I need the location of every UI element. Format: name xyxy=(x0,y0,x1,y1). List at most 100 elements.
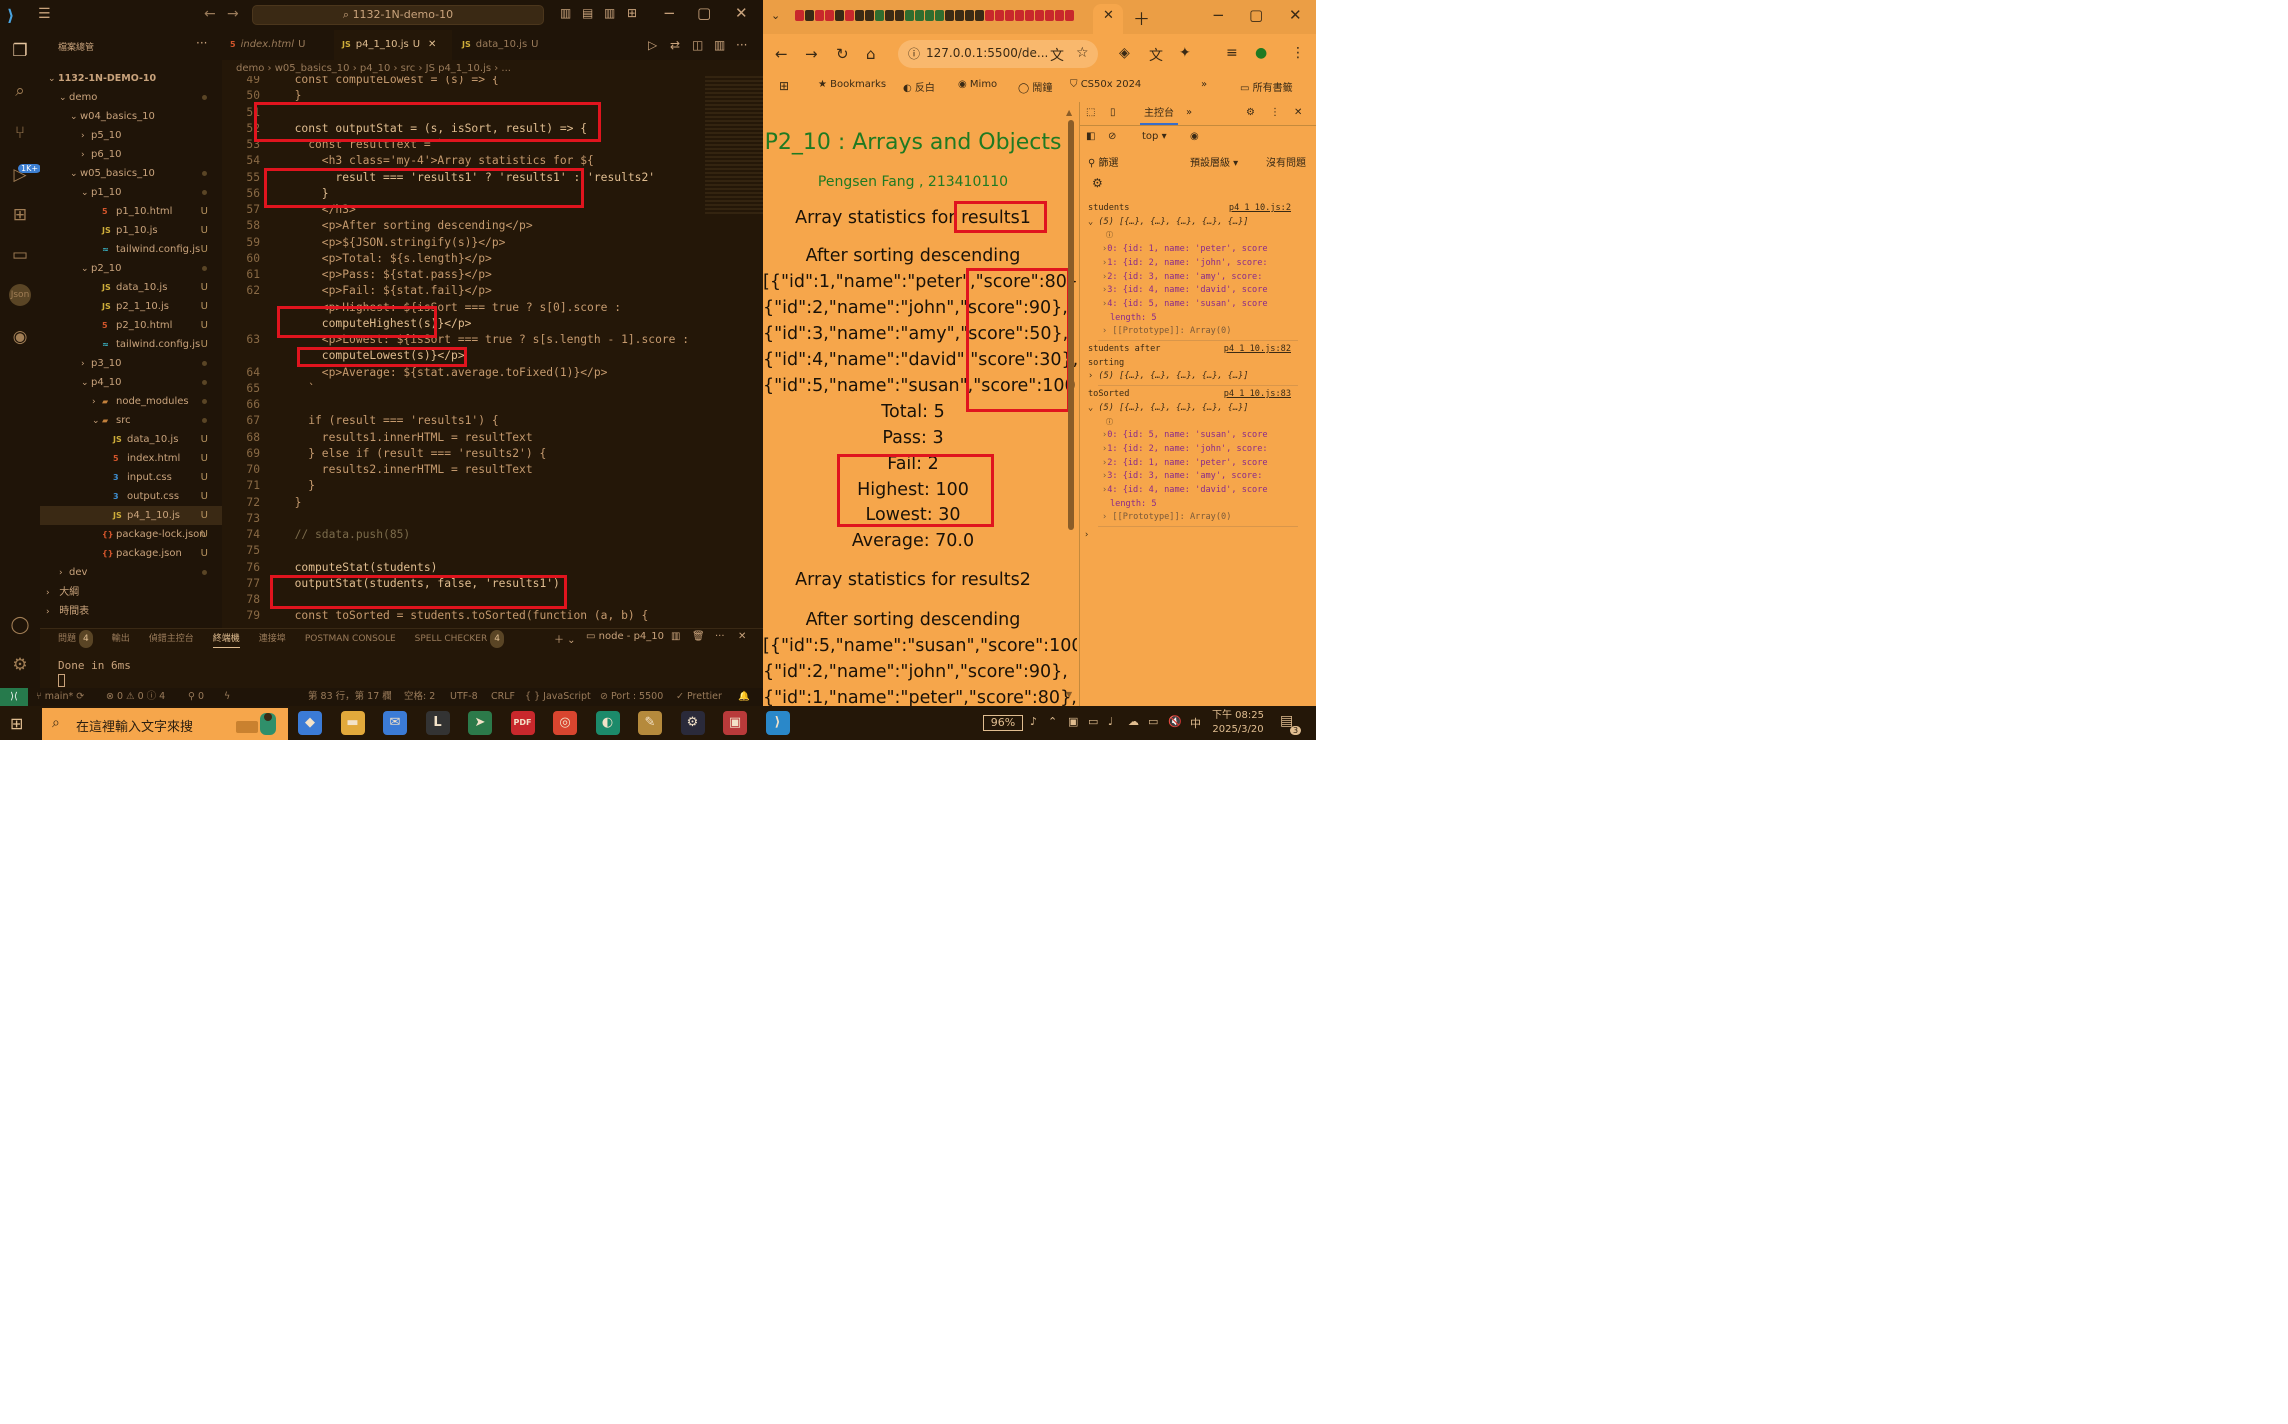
code-line[interactable]: 61 <p>Pass: ${stat.pass}</p> xyxy=(222,267,702,283)
ime-indicator[interactable]: 中 xyxy=(1190,715,1201,731)
explorer-icon[interactable]: ❐ xyxy=(9,40,31,62)
close-tab-icon[interactable]: ✕ xyxy=(428,39,436,50)
chrome-icon[interactable]: ◎ xyxy=(553,711,577,735)
terminal-selector[interactable]: ▭ node - p4_10 xyxy=(586,631,664,642)
breadcrumb[interactable]: demo › w05_basics_10 › p4_10 › src › JS … xyxy=(236,63,511,74)
reload-icon[interactable]: ↻ xyxy=(836,45,849,63)
tree-item[interactable]: ⌄ w05_basics_10 xyxy=(40,164,222,183)
pinned-tab-favicon-icon[interactable] xyxy=(825,10,834,21)
pinned-tab-favicon-icon[interactable] xyxy=(845,10,854,21)
bookmark-star-icon[interactable]: ☆ xyxy=(1076,45,1089,61)
console-log-entry[interactable]: sorting xyxy=(1080,357,1316,370)
code-line[interactable]: 67 if (result === 'results1') { xyxy=(222,413,702,429)
bookmark-item[interactable]: ◯ 鬧鐘 xyxy=(1018,79,1052,94)
pinned-tab-favicon-icon[interactable] xyxy=(975,10,984,21)
pinned-tab-favicon-icon[interactable] xyxy=(885,10,894,21)
tree-item[interactable]: 3 output.css U xyxy=(40,487,222,506)
maximize-icon[interactable]: ▢ xyxy=(697,4,711,22)
pinned-tab-favicon-icon[interactable] xyxy=(875,10,884,21)
device-toolbar-icon[interactable]: ▯ xyxy=(1110,107,1116,118)
windows-start-icon[interactable]: ⊞ xyxy=(10,714,23,733)
panel-tab[interactable]: 終端機 xyxy=(212,630,240,648)
site-info-icon[interactable]: ⓘ xyxy=(908,45,920,62)
pinned-tab-favicon-icon[interactable] xyxy=(905,10,914,21)
problems-status[interactable]: ⊗ 0 ⚠ 0 ⓘ 4 xyxy=(106,688,165,706)
pinned-tab-favicon-icon[interactable] xyxy=(1065,10,1074,21)
source-link[interactable]: p4_1_10.js:82 xyxy=(1224,343,1291,356)
profile-avatar-icon[interactable]: ● xyxy=(1255,45,1267,61)
address-bar[interactable]: ⓘ 127.0.0.1:5500/de... xyxy=(898,40,1098,68)
json-icon[interactable]: Json xyxy=(9,284,31,306)
language-mode[interactable]: { } JavaScript xyxy=(525,688,591,706)
array-info-row[interactable]: ⓘ xyxy=(1080,229,1316,242)
pinned-tab-favicon-icon[interactable] xyxy=(805,10,814,21)
line-ending[interactable]: CRLF xyxy=(491,688,515,706)
split-editor-icon[interactable]: ▥ xyxy=(714,38,725,52)
array-length-row[interactable]: length: 5 xyxy=(1080,312,1316,325)
array-item-row[interactable]: ›2: {id: 1, name: 'peter', score xyxy=(1080,457,1316,470)
outline-section[interactable]: › 大綱 xyxy=(40,583,222,602)
tree-item[interactable]: ⌄ 1132-1N-DEMO-10 xyxy=(40,69,222,88)
console-settings-icon[interactable]: ⚙ xyxy=(1092,176,1103,190)
zoom-icon[interactable]: ▣ xyxy=(723,711,747,735)
pinned-tab-favicon-icon[interactable] xyxy=(935,10,944,21)
array-summary-row[interactable]: ⌄ (5) [{…}, {…}, {…}, {…}, {…}] xyxy=(1080,402,1316,415)
code-line[interactable]: 66 xyxy=(222,397,702,413)
notifications-bell-icon[interactable]: 🔔 xyxy=(738,688,750,706)
pinned-tab-favicon-icon[interactable] xyxy=(795,10,804,21)
array-summary-row[interactable]: › (5) [{…}, {…}, {…}, {…}, {…}] xyxy=(1080,370,1316,383)
issues-indicator[interactable]: 沒有問題 xyxy=(1266,154,1306,169)
customize-layout-icon[interactable]: ⊞ xyxy=(627,6,637,20)
back-arrow-icon[interactable]: ← xyxy=(204,6,216,22)
bookmark-item[interactable]: ◐ 反白 xyxy=(903,79,935,94)
vscode-icon[interactable]: ⟩ xyxy=(765,711,790,735)
array-info-row[interactable]: ⓘ xyxy=(1080,416,1316,429)
console-log-entry[interactable]: toSorted p4_1_10.js:83 xyxy=(1080,388,1316,401)
source-link[interactable]: p4_1_10.js:83 xyxy=(1224,388,1291,401)
pinned-tab-favicon-icon[interactable] xyxy=(1005,10,1014,21)
pinned-tab-favicon-icon[interactable] xyxy=(1015,10,1024,21)
pinned-tab-favicon-icon[interactable] xyxy=(1035,10,1044,21)
tree-item[interactable]: 3 input.css U xyxy=(40,468,222,487)
file-explorer-icon[interactable]: ▬ xyxy=(340,711,365,735)
code-line[interactable]: 73 xyxy=(222,511,702,527)
console-log-entry[interactable]: students p4_1_10.js:2 xyxy=(1080,202,1316,215)
code-line[interactable]: 65 ` xyxy=(222,381,702,397)
forward-arrow-icon[interactable]: → xyxy=(805,45,818,63)
tree-item[interactable]: {} package-lock.json U xyxy=(40,525,222,544)
array-item-row[interactable]: ›2: {id: 3, name: 'amy', score: xyxy=(1080,271,1316,284)
maps-icon[interactable]: ➤ xyxy=(468,711,492,735)
editor-tab[interactable]: JS data_10.js U xyxy=(454,30,550,60)
code-line[interactable]: 54 <h3 class='my-4'>Array statistics for… xyxy=(222,153,702,169)
reading-list-icon[interactable]: ≡ xyxy=(1226,45,1238,61)
panel-tab[interactable]: POSTMAN CONSOLE xyxy=(305,630,396,648)
code-line[interactable]: 69 } else if (result === 'results2') { xyxy=(222,446,702,462)
pinned-tab-favicon-icon[interactable] xyxy=(855,10,864,21)
close-panel-icon[interactable]: ✕ xyxy=(738,631,746,642)
pinned-tab-favicon-icon[interactable] xyxy=(995,10,1004,21)
pinned-tab-favicon-icon[interactable] xyxy=(945,10,954,21)
run-debug-icon[interactable]: ▷ xyxy=(9,164,31,186)
tree-item[interactable]: ⌄ p4_10 xyxy=(40,373,222,392)
terminal-output[interactable]: Done in 6ms xyxy=(58,659,131,672)
tree-item[interactable]: JS data_10.js U xyxy=(40,278,222,297)
tree-item[interactable]: JS data_10.js U xyxy=(40,430,222,449)
panel-more-icon[interactable]: ··· xyxy=(715,631,725,642)
lightning-icon[interactable]: ϟ xyxy=(224,688,230,706)
live-expression-eye-icon[interactable]: ◉ xyxy=(1190,131,1199,142)
toggle-panel-icon[interactable]: ▤ xyxy=(582,6,593,20)
new-tab-icon[interactable]: ＋ xyxy=(1133,5,1150,30)
expand-down-icon[interactable]: ⌄ xyxy=(1088,217,1093,227)
bookmark-item[interactable]: ⛉ CS50x 2024 xyxy=(1070,79,1141,90)
translate-icon[interactable]: 文 xyxy=(1050,45,1064,65)
editor-tab[interactable]: 5 index.html U xyxy=(222,30,332,60)
ports-status[interactable]: ⚲ 0 xyxy=(188,688,204,706)
array-length-row[interactable]: length: 5 xyxy=(1080,498,1316,511)
scroll-up-icon[interactable]: ▲ xyxy=(1066,108,1072,117)
pinned-tab-favicon-icon[interactable] xyxy=(1055,10,1064,21)
expand-right-icon[interactable]: › xyxy=(1102,326,1107,336)
pinned-tab-favicon-icon[interactable] xyxy=(1045,10,1054,21)
tray-app-icon[interactable]: ▣ xyxy=(1068,715,1078,728)
array-item-row[interactable]: ›0: {id: 5, name: 'susan', score xyxy=(1080,429,1316,442)
pinned-tab-favicon-icon[interactable] xyxy=(865,10,874,21)
